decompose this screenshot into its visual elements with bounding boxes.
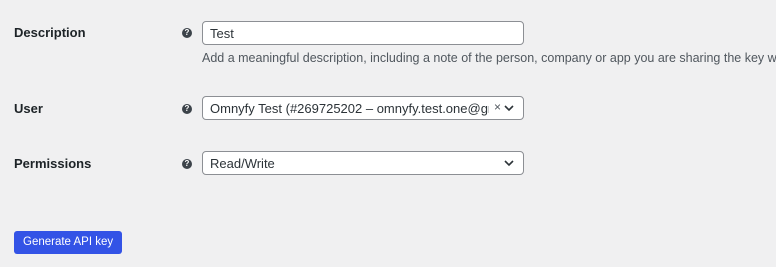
description-help-icon[interactable]: ? [182,28,192,38]
description-input[interactable] [202,21,524,45]
user-select[interactable]: Omnyfy Test (#269725202 – omnyfy.test.on… [202,96,524,120]
permissions-selected-value: Read/Write [210,156,275,171]
user-selected-value: Omnyfy Test (#269725202 – omnyfy.test.on… [210,101,489,116]
api-key-form: Description ? Add a meaningful descripti… [0,0,776,267]
chevron-down-icon [504,160,514,167]
user-label: User [14,101,43,116]
generate-api-key-button[interactable]: Generate API key [14,231,123,254]
user-help-icon[interactable]: ? [182,104,192,114]
description-help-text: Add a meaningful description, including … [202,51,776,65]
description-label: Description [14,25,86,40]
clear-icon[interactable]: × [494,100,501,114]
permissions-label: Permissions [14,156,92,171]
permissions-help-icon[interactable]: ? [182,159,192,169]
permissions-select[interactable]: Read/Write [202,151,524,175]
chevron-down-icon [504,105,514,112]
